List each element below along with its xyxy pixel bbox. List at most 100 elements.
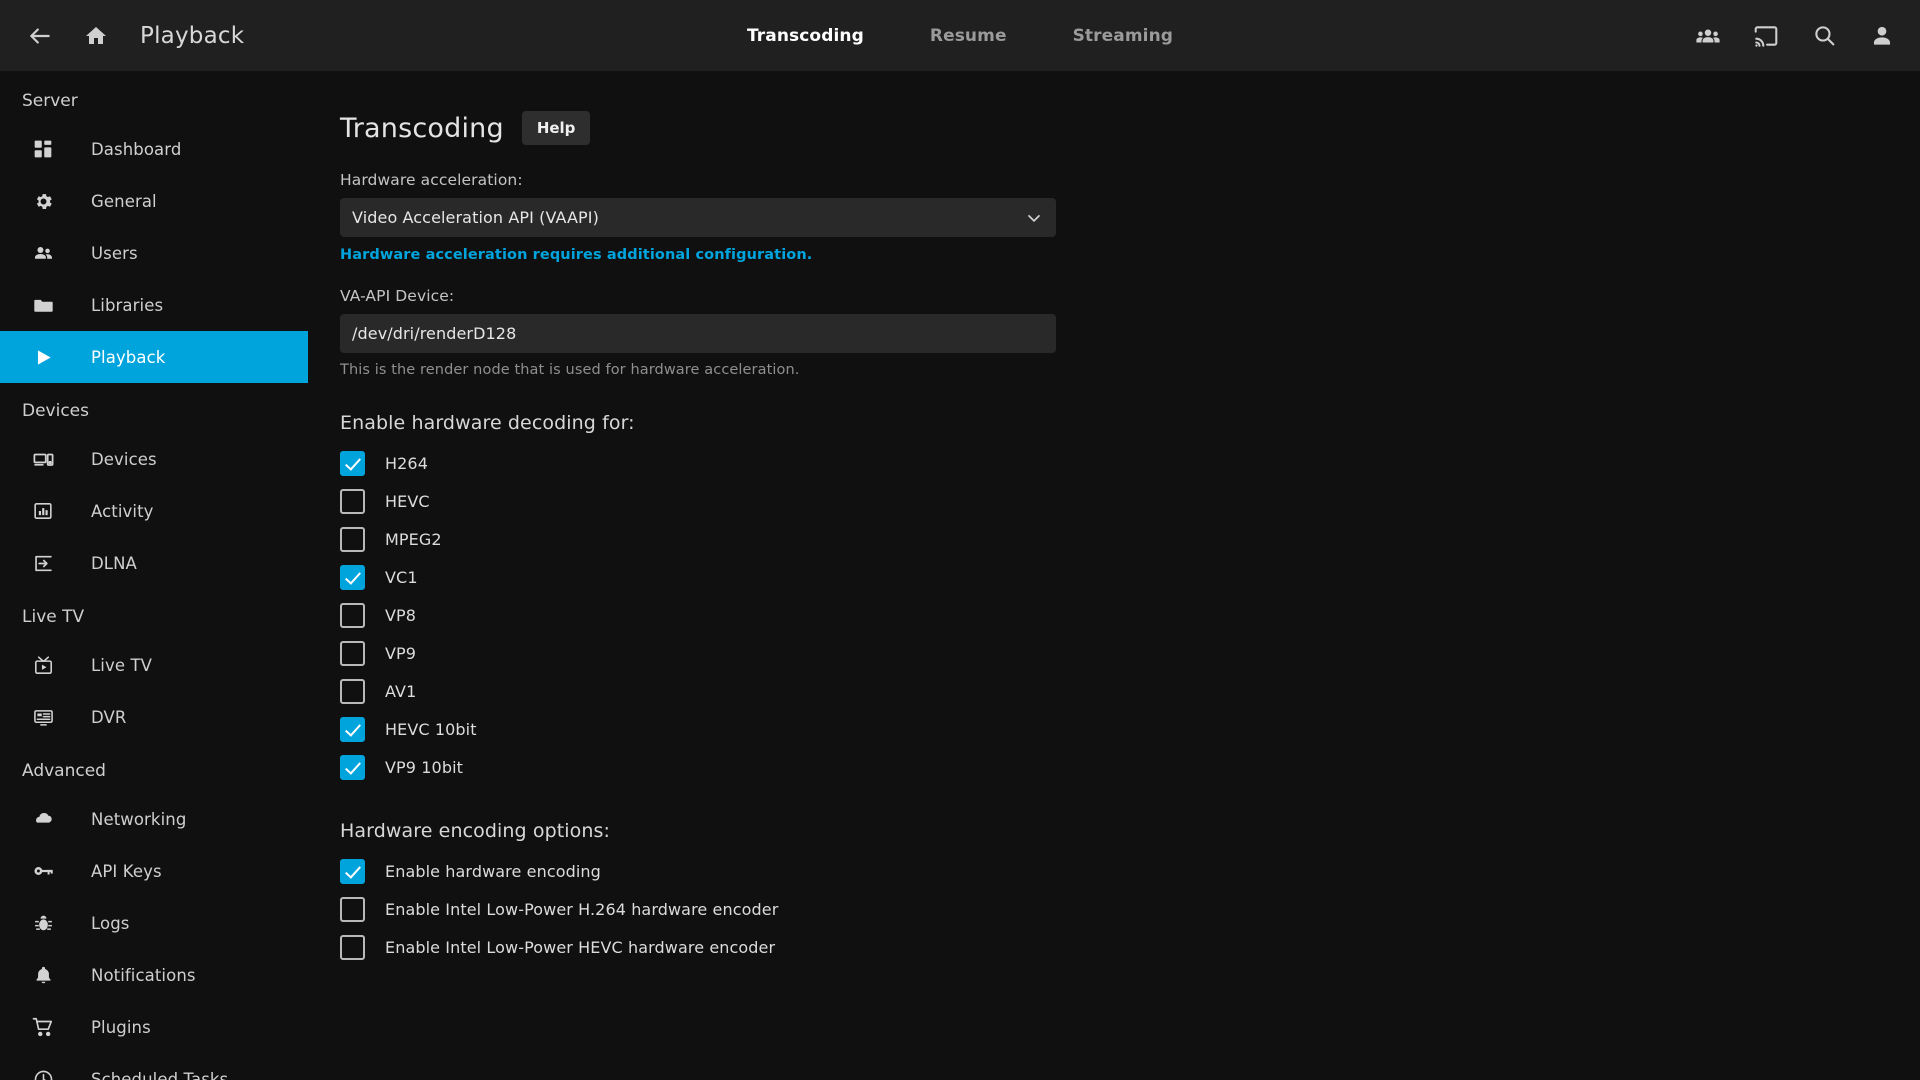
- sidebar-item-logs[interactable]: Logs: [0, 897, 308, 949]
- settings-form: Transcoding Help Hardware acceleration: …: [340, 111, 1056, 966]
- checkbox-intel-lp-h264[interactable]: [340, 896, 365, 922]
- sidebar-item-activity[interactable]: Activity: [0, 485, 308, 537]
- sidebar-item-label: DLNA: [91, 553, 137, 573]
- sidebar-item-label: Activity: [91, 501, 154, 521]
- encoding-section-title: Hardware encoding options:: [340, 820, 611, 842]
- hwaccel-label: Hardware acceleration:: [340, 171, 523, 189]
- checkbox-h264[interactable]: [340, 450, 365, 476]
- vaapi-device-input[interactable]: [340, 314, 1056, 353]
- checkbox-row-enable-hw-encoding[interactable]: Enable hardware encoding: [340, 852, 1056, 890]
- vaapi-device-label: VA-API Device:: [340, 287, 455, 305]
- checkbox-label: H264: [385, 453, 428, 473]
- sidebar-item-notifications[interactable]: Notifications: [0, 949, 308, 1001]
- search-button[interactable]: [1800, 12, 1848, 60]
- cart-icon: [30, 1014, 56, 1040]
- checkbox-intel-lp-hevc[interactable]: [340, 934, 365, 960]
- sidebar-item-label: Scheduled Tasks: [91, 1069, 229, 1080]
- checkbox-vp9[interactable]: [340, 640, 365, 666]
- checkbox-hevc[interactable]: [340, 488, 365, 514]
- cast-button[interactable]: [1742, 12, 1790, 60]
- arrow-left-icon: [30, 27, 50, 44]
- cloud-icon: [30, 806, 56, 832]
- account-button[interactable]: [1858, 12, 1906, 60]
- bell-icon: [30, 962, 56, 988]
- group-button[interactable]: [1684, 12, 1732, 60]
- clock-icon: [30, 1066, 56, 1080]
- tab-transcoding[interactable]: Transcoding: [737, 20, 874, 52]
- sidebar-item-label: Logs: [91, 913, 130, 933]
- decoding-section-title: Enable hardware decoding for:: [340, 412, 635, 434]
- sidebar-item-playback[interactable]: Playback: [0, 331, 308, 383]
- checkbox-enable-hw-encoding[interactable]: [340, 858, 365, 884]
- checkbox-label: Enable Intel Low-Power HEVC hardware enc…: [385, 937, 776, 957]
- play-icon: [30, 344, 56, 370]
- devices-icon: [30, 446, 56, 472]
- header-tabs: Transcoding Resume Streaming: [737, 0, 1183, 71]
- checkbox-label: MPEG2: [385, 529, 442, 549]
- chart-bar-icon: [30, 498, 56, 524]
- cast-icon: [1754, 25, 1778, 47]
- sidebar-item-users[interactable]: Users: [0, 227, 308, 279]
- sidebar-group-devices: Devices: [22, 401, 89, 421]
- checkbox-row-intel-lp-h264[interactable]: Enable Intel Low-Power H.264 hardware en…: [340, 890, 1056, 928]
- sidebar-item-label: Users: [91, 243, 138, 263]
- help-button[interactable]: Help: [521, 111, 591, 145]
- sidebar-item-label: Plugins: [91, 1017, 151, 1037]
- checkbox-label: AV1: [385, 681, 417, 701]
- checkbox-label: VP9 10bit: [385, 757, 463, 777]
- sidebar-item-label: Networking: [91, 809, 187, 829]
- search-icon: [1814, 26, 1834, 46]
- checkbox-row-vp8[interactable]: VP8: [340, 596, 1056, 634]
- page-title: Transcoding: [340, 112, 504, 144]
- app-header: Playback Transcoding Resume Streaming: [0, 0, 1920, 71]
- sidebar-group-server: Server: [22, 91, 78, 111]
- sidebar-item-label: General: [91, 191, 157, 211]
- checkbox-hevc-10bit[interactable]: [340, 716, 365, 742]
- bug-icon: [30, 910, 56, 936]
- sidebar-item-label: Devices: [91, 449, 157, 469]
- sidebar-item-plugins[interactable]: Plugins: [0, 1001, 308, 1053]
- sidebar-item-devices[interactable]: Devices: [0, 433, 308, 485]
- checkbox-row-h264[interactable]: H264: [340, 444, 1056, 482]
- person-icon: [1873, 26, 1891, 45]
- checkbox-label: Enable hardware encoding: [385, 861, 601, 881]
- sidebar-item-label: Playback: [91, 347, 166, 367]
- checkbox-row-vc1[interactable]: VC1: [340, 558, 1056, 596]
- sidebar-item-label: Notifications: [91, 965, 196, 985]
- tab-streaming[interactable]: Streaming: [1063, 20, 1183, 52]
- checkbox-row-vp9[interactable]: VP9: [340, 634, 1056, 672]
- hwaccel-config-link[interactable]: Hardware acceleration requires additiona…: [340, 247, 1056, 263]
- sidebar-item-label: DVR: [91, 707, 127, 727]
- sidebar-item-live-tv[interactable]: Live TV: [0, 639, 308, 691]
- dashboard-icon: [30, 136, 56, 162]
- key-icon: [30, 858, 56, 884]
- sidebar-item-dlna[interactable]: DLNA: [0, 537, 308, 589]
- sidebar-item-dashboard[interactable]: Dashboard: [0, 123, 308, 175]
- checkbox-av1[interactable]: [340, 678, 365, 704]
- sidebar-item-dvr[interactable]: DVR: [0, 691, 308, 743]
- sidebar-item-networking[interactable]: Networking: [0, 793, 308, 845]
- sidebar[interactable]: Server Dashboard General Users Libraries…: [0, 71, 308, 1080]
- sidebar-item-libraries[interactable]: Libraries: [0, 279, 308, 331]
- hwaccel-select[interactable]: Video Acceleration API (VAAPI): [340, 198, 1056, 237]
- checkbox-label: VP9: [385, 643, 417, 663]
- page-title-header: Playback: [140, 22, 245, 49]
- checkbox-mpeg2[interactable]: [340, 526, 365, 552]
- sidebar-item-scheduled-tasks[interactable]: Scheduled Tasks: [0, 1053, 308, 1080]
- checkbox-row-mpeg2[interactable]: MPEG2: [340, 520, 1056, 558]
- checkbox-vp9-10bit[interactable]: [340, 754, 365, 780]
- checkbox-row-vp9-10bit[interactable]: VP9 10bit: [340, 748, 1056, 786]
- back-button[interactable]: [16, 12, 64, 60]
- sidebar-item-general[interactable]: General: [0, 175, 308, 227]
- checkbox-label: HEVC: [385, 491, 430, 511]
- tab-resume[interactable]: Resume: [920, 20, 1017, 52]
- checkbox-vc1[interactable]: [340, 564, 365, 590]
- vaapi-device-help: This is the render node that is used for…: [340, 362, 800, 378]
- checkbox-vp8[interactable]: [340, 602, 365, 628]
- checkbox-row-av1[interactable]: AV1: [340, 672, 1056, 710]
- checkbox-row-hevc[interactable]: HEVC: [340, 482, 1056, 520]
- sidebar-item-api-keys[interactable]: API Keys: [0, 845, 308, 897]
- checkbox-row-hevc-10bit[interactable]: HEVC 10bit: [340, 710, 1056, 748]
- checkbox-row-intel-lp-hevc[interactable]: Enable Intel Low-Power HEVC hardware enc…: [340, 928, 1056, 966]
- home-button[interactable]: [72, 12, 120, 60]
